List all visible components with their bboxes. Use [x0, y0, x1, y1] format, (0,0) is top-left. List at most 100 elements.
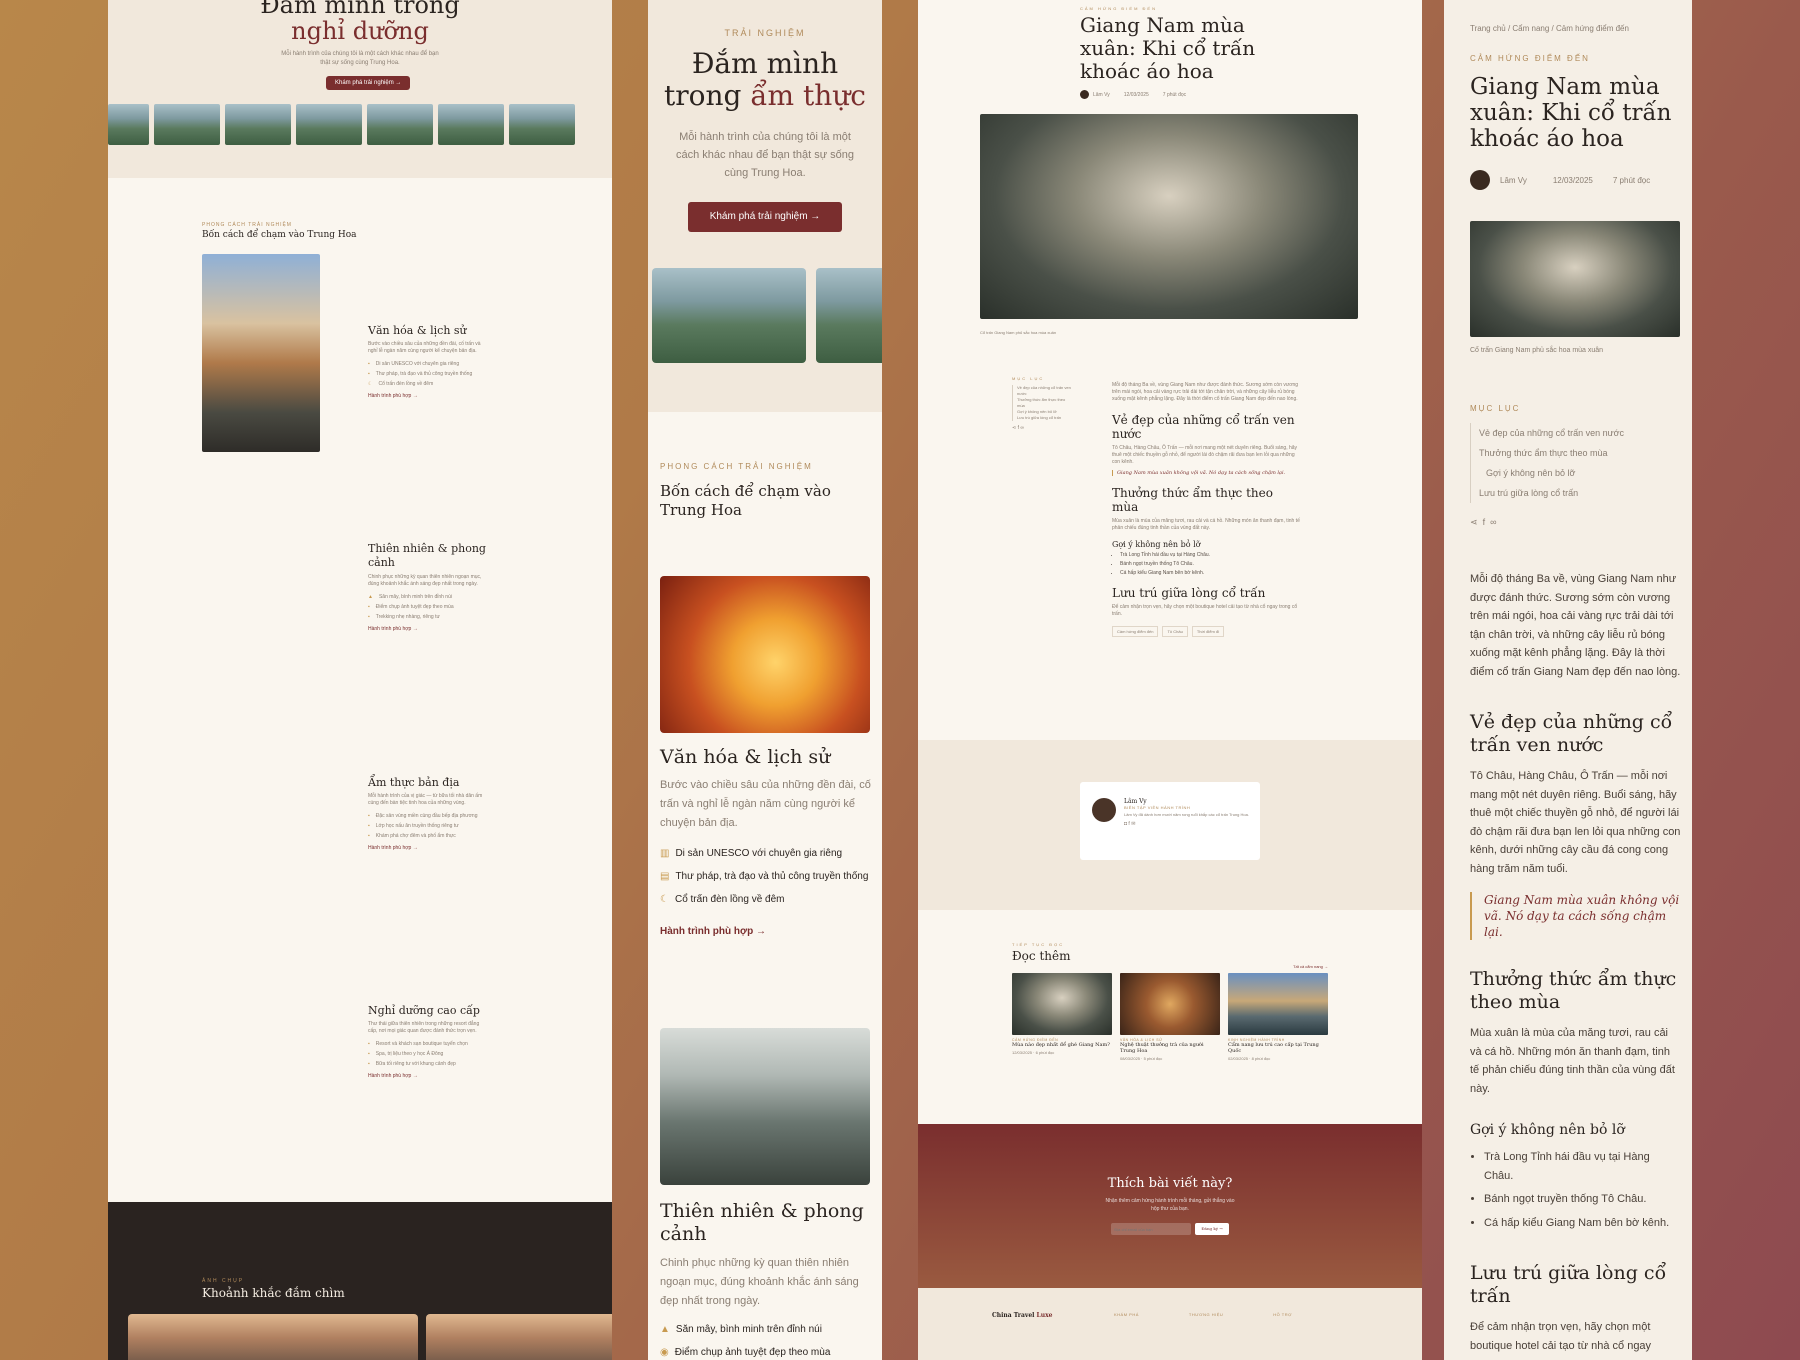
facebook-icon[interactable]: f [1483, 517, 1486, 527]
culture-image [202, 254, 320, 452]
email-input[interactable] [1111, 1223, 1192, 1235]
card-link[interactable]: Hành trình phù hợp → [368, 626, 488, 632]
style-card-luxury: Nghỉ dưỡng cao cấp Thư thái giữa thiên n… [368, 1004, 488, 1079]
section-eyebrow: PHONG CÁCH TRẢI NGHIỆM [202, 222, 292, 228]
mail-icon[interactable]: ✉ [1131, 821, 1135, 827]
moment-image[interactable] [426, 1314, 612, 1360]
toc-item[interactable]: Thưởng thức ẩm thực theo mùa [1017, 397, 1072, 409]
more-card[interactable]: CẢM HỨNG ĐIỂM ĐẾN Mùa nào đẹp nhất để gh… [1012, 973, 1112, 1063]
intro-paragraph: Mỗi độ tháng Ba về, vùng Giang Nam như đ… [1470, 573, 1681, 678]
list-item: ☾ Cổ trấn đèn lồng về đêm [368, 381, 434, 387]
tag[interactable]: Thời điểm đi [1191, 626, 1225, 637]
facebook-icon[interactable]: f [1128, 821, 1129, 827]
scroll-icon: ▪ [368, 371, 370, 377]
list-item: Bánh ngọt truyền thống Tô Châu. [1484, 1190, 1682, 1209]
heading-2: Thưởng thức ẩm thực theo mùa [1112, 486, 1273, 514]
facebook-icon[interactable]: f [1018, 425, 1019, 431]
share-icon[interactable]: ⋖ [1470, 517, 1478, 527]
styles-section: PHONG CÁCH TRẢI NGHIỆM Bốn cách để chạm … [108, 178, 612, 1202]
toc-item[interactable]: Gợi ý không nên bỏ lỡ [1479, 463, 1680, 483]
hiking-icon: ▪ [368, 614, 370, 620]
toc-item[interactable]: Lưu trú giữa lòng cổ trấn [1017, 415, 1072, 421]
gallery-image[interactable] [816, 268, 882, 363]
avatar [1092, 798, 1116, 822]
toc-item[interactable]: Vẻ đẹp của những cổ trấn ven nước [1479, 423, 1680, 443]
footer-col-title: KHÁM PHÁ [1114, 1312, 1139, 1317]
list-item: ▤ Thư pháp, trà đạo và thủ công truyền th… [660, 868, 872, 885]
toc-item[interactable]: Vẻ đẹp của những cổ trấn ven nước [1017, 385, 1072, 397]
avatar [1080, 90, 1089, 99]
landmark-icon: ▪ [368, 361, 370, 367]
tag[interactable]: Cảm hứng điểm đến [1112, 626, 1159, 637]
more-link[interactable]: Tất cả cẩm nang → [1293, 964, 1328, 969]
newsletter-section: Thích bài viết này? Nhận thêm cảm hứng h… [918, 1124, 1422, 1288]
link-icon[interactable]: ∞ [1490, 517, 1496, 527]
hero-cta-button[interactable]: Khám phá trải nghiệm → [326, 76, 411, 90]
card-desc: Mỗi hành trình của vị giác — từ bữa tối … [368, 793, 483, 806]
section-title: Bốn cách để chạm vào Trung Hoa [202, 230, 357, 240]
more-eyebrow: TIẾP TỤC ĐỌC [1012, 942, 1065, 947]
more-grid: CẢM HỨNG ĐIỂM ĐẾN Mùa nào đẹp nhất để gh… [1012, 973, 1328, 1063]
mountain-icon: ▲ [368, 594, 373, 600]
heading-2: Thưởng thức ẩm thực theo mùa [1470, 968, 1677, 1013]
article-body: Mỗi độ tháng Ba về, vùng Giang Nam như đ… [1112, 382, 1302, 637]
tips-list: Trà Long Tỉnh hái đầu vụ tại Hàng Châu. … [1112, 551, 1302, 578]
card-link[interactable]: Hành trình phù hợp → [368, 393, 488, 399]
toc-item[interactable]: Lưu trú giữa lòng cổ trấn [1479, 483, 1680, 503]
gallery-image[interactable] [154, 104, 220, 145]
culture-image [660, 576, 870, 733]
more-card[interactable]: KINH NGHIỆM HÀNH TRÌNH Cẩm nang lưu trú … [1228, 973, 1328, 1063]
subscribe-button[interactable]: Đăng ký → [1195, 1223, 1229, 1235]
article-meta: Lâm Vy 12/03/2025 7 phút đọc [1470, 170, 1680, 190]
style-card-culture: Văn hóa & lịch sử Bước vào chiều sâu của… [368, 324, 488, 399]
card-list: ▲ Săn mây, bình minh trên đỉnh núi ▪ Điểm … [368, 592, 488, 622]
article-title: Giang Nam mùa xuân: Khi cổ trấn khoác áo… [1080, 13, 1256, 83]
card-desc: Chinh phục những kỳ quan thiên nhiên ngo… [660, 1257, 859, 1307]
avatar [1470, 170, 1490, 190]
breadcrumb-item[interactable]: Cảm hứng điểm đến [1556, 24, 1629, 33]
dining-icon: ▪ [368, 1061, 370, 1067]
gallery-image[interactable] [509, 104, 575, 145]
instagram-icon[interactable]: ◘ [1124, 821, 1127, 827]
card-list: ▪ Đặc sản vùng miền cùng đầu bếp địa phươ… [368, 811, 488, 841]
card-link[interactable]: Hành trình phù hợp → [368, 845, 488, 851]
camera-icon: ◉ [660, 1347, 669, 1358]
more-card[interactable]: VĂN HÓA & LỊCH SỬ Nghệ thuật thưởng trà … [1120, 973, 1220, 1063]
hero-cta-button[interactable]: Khám phá trải nghiệm → [688, 202, 842, 232]
newsletter-title: Thích bài viết này? [1107, 1176, 1233, 1191]
share-icon[interactable]: ⋖ [1012, 425, 1016, 431]
card-link[interactable]: Hành trình phù hợp → [660, 926, 872, 937]
breadcrumb-item[interactable]: Cẩm nang [1512, 24, 1549, 33]
toc-item[interactable]: Thưởng thức ẩm thực theo mùa [1479, 443, 1680, 463]
heading-4: Lưu trú giữa lòng cổ trấn [1112, 586, 1266, 600]
list-item: ▪ Thư pháp, trà đạo và thủ công truyền th… [368, 371, 473, 377]
heading-3: Gợi ý không nên bỏ lỡ [1470, 1122, 1625, 1138]
tag[interactable]: Tô Châu [1162, 626, 1188, 637]
gallery-image[interactable] [296, 104, 362, 145]
paragraph-1: Tô Châu, Hàng Châu, Ô Trấn — mỗi nơi man… [1470, 770, 1681, 875]
list-item: ▪ Lớp học nấu ăn truyền thống riêng tư [368, 823, 459, 829]
gallery-image[interactable] [108, 104, 149, 145]
toc-list: Vẻ đẹp của những cổ trấn ven nước Thưởng… [1012, 385, 1072, 421]
article-title: Giang Nam mùa xuân: Khi cổ trấn khoác áo… [1470, 74, 1672, 152]
list-item: ▪ Điểm chụp ảnh tuyệt đẹp theo mùa [368, 604, 454, 610]
breadcrumb-item[interactable]: Trang chủ [1470, 24, 1506, 33]
list-item: ☾ Cổ trấn đèn lồng về đêm [660, 891, 872, 908]
gallery-image[interactable] [225, 104, 291, 145]
market-icon: ▪ [368, 833, 370, 839]
list-item: ▪ Di sản UNESCO với chuyên gia riêng [368, 361, 460, 367]
breadcrumb: Trang chủ / Cẩm nang / Cảm hứng điểm đến [1470, 24, 1629, 33]
gallery-image[interactable] [438, 104, 504, 145]
link-icon[interactable]: ∞ [1020, 425, 1024, 431]
moment-image[interactable] [128, 1314, 418, 1360]
list-item: ▪ Khám phá chợ đêm và phố ẩm thực [368, 833, 456, 839]
hero-title: Đắm mình trong ẩm thực [664, 47, 866, 112]
card-link[interactable]: Hành trình phù hợp → [368, 1073, 488, 1079]
intro-paragraph: Mỗi độ tháng Ba về, vùng Giang Nam như đ… [1112, 382, 1299, 402]
gallery-image[interactable] [652, 268, 806, 363]
list-item: Trà Long Tỉnh hái đầu vụ tại Hàng Châu. [1484, 1148, 1682, 1185]
paragraph-4: Để cảm nhận trọn vẹn, hãy chọn một bouti… [1470, 1321, 1652, 1352]
spa-icon: ▪ [368, 1051, 370, 1057]
toc-label: MỤC LỤC [1012, 376, 1045, 381]
gallery-image[interactable] [367, 104, 433, 145]
